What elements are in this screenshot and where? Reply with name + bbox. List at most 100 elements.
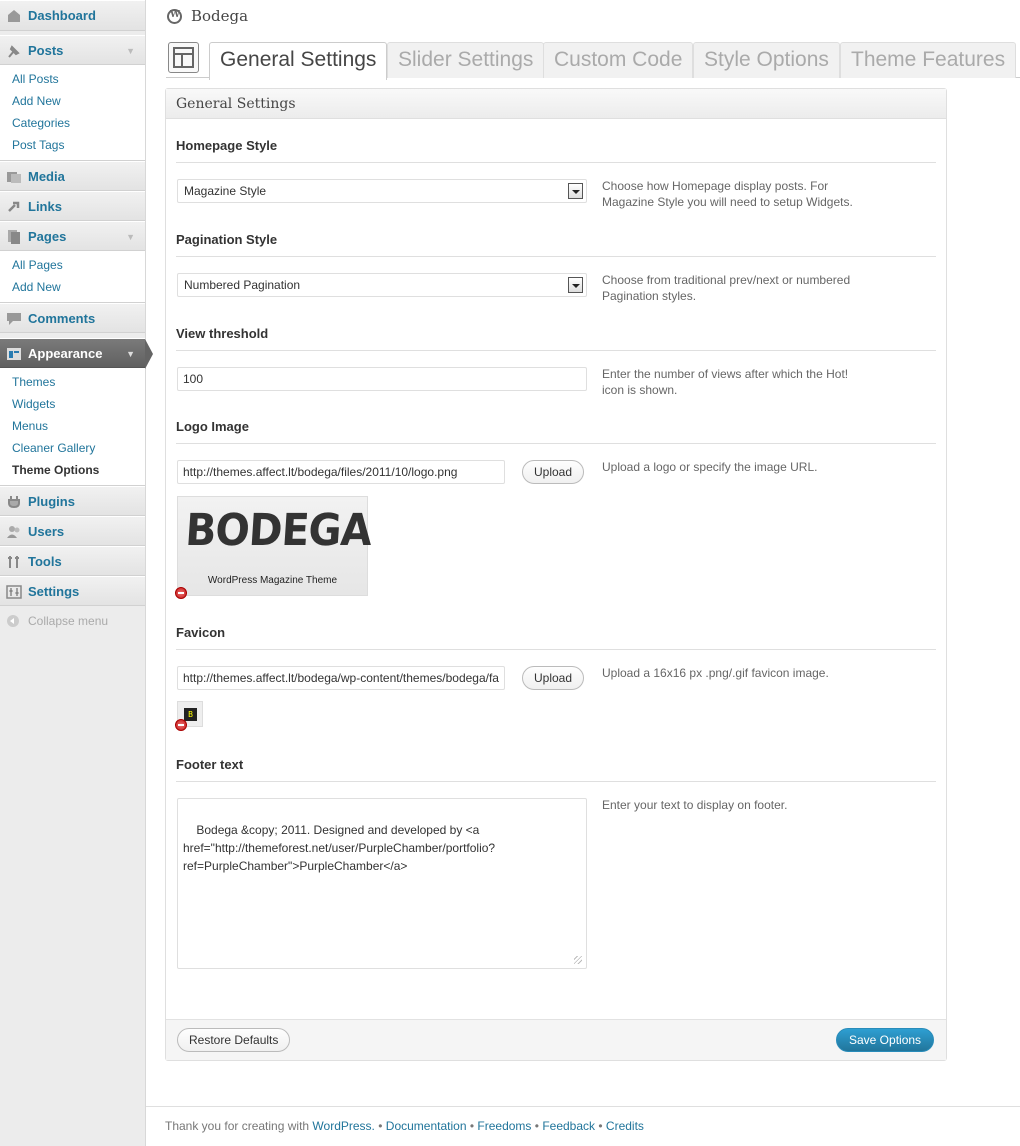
menu-plugins-label: Plugins (28, 494, 75, 509)
logo-url-input[interactable]: http://themes.affect.lt/bodega/files/201… (177, 460, 505, 484)
logo-upload-button[interactable]: Upload (522, 460, 585, 484)
collapse-arrow-icon (7, 615, 19, 627)
logo-image-description: Upload a logo or specify the image URL. (602, 460, 818, 474)
menu-posts-label: Posts (28, 43, 64, 58)
pagination-style-value: Numbered Pagination (184, 278, 301, 292)
menu-pages[interactable]: Pages ▼ (0, 221, 145, 251)
tab-general-settings[interactable]: General Settings (209, 42, 388, 80)
appearance-icon (7, 348, 21, 360)
favicon-upload-button[interactable]: Upload (522, 666, 585, 690)
expand-arrow-icon[interactable]: ▼ (126, 222, 135, 252)
site-header: Bodega (167, 6, 248, 26)
link-icon (8, 201, 20, 212)
footer-freedoms-link[interactable]: Freedoms (477, 1119, 531, 1133)
menu-appearance-label: Appearance (28, 346, 103, 361)
pin-icon (8, 45, 20, 58)
pages-icon (8, 230, 20, 244)
menu-comments[interactable]: Comments (0, 303, 145, 333)
section-divider (176, 649, 936, 650)
footer-feedback-link[interactable]: Feedback (542, 1119, 595, 1133)
logo-tagline: WordPress Magazine Theme (207, 575, 338, 586)
footer-separator: • (469, 1119, 475, 1133)
submenu-add-new-page[interactable]: Add New (0, 276, 145, 298)
submenu-cleaner-gallery[interactable]: Cleaner Gallery (0, 437, 145, 459)
remove-logo-icon[interactable] (175, 587, 187, 599)
submenu-add-new-post[interactable]: Add New (0, 90, 145, 112)
footer-text-value: Bodega &copy; 2011. Designed and develop… (183, 823, 496, 873)
dropdown-arrow-icon[interactable] (568, 183, 583, 199)
submenu-categories[interactable]: Categories (0, 112, 145, 134)
menu-tools[interactable]: Tools (0, 546, 145, 576)
menu-posts[interactable]: Posts ▼ (0, 35, 145, 65)
view-threshold-title: View threshold (176, 326, 269, 341)
footer-documentation-link[interactable]: Documentation (386, 1119, 467, 1133)
menu-settings-label: Settings (28, 584, 80, 599)
footer-credits-link[interactable]: Credits (606, 1119, 644, 1133)
submenu-post-tags[interactable]: Post Tags (0, 134, 145, 156)
favicon-title: Favicon (176, 625, 226, 640)
remove-favicon-icon[interactable] (175, 719, 187, 731)
homepage-style-select[interactable]: Magazine Style (177, 179, 587, 203)
favicon-url-input[interactable]: http://themes.affect.lt/bodega/wp-conten… (177, 666, 505, 690)
view-threshold-input[interactable]: 100 (177, 367, 587, 391)
collapse-menu[interactable]: Collapse menu (0, 606, 145, 636)
users-icon (7, 526, 20, 538)
panel-footer: Restore Defaults Save Options (166, 1019, 946, 1060)
footer-separator: • (534, 1119, 539, 1133)
submenu-widgets[interactable]: Widgets (0, 393, 145, 415)
tab-slider-settings[interactable]: Slider Settings (387, 42, 545, 78)
resize-grip-icon[interactable] (574, 956, 582, 964)
view-threshold-description: Enter the number of views after which th… (602, 367, 849, 397)
pagination-style-title: Pagination Style (176, 232, 278, 247)
menu-media-label: Media (28, 169, 65, 184)
logo-wordmark: BODEGA (183, 505, 373, 556)
tab-custom-code[interactable]: Custom Code (543, 42, 694, 78)
media-icon (7, 172, 21, 183)
pages-submenu: All Pages Add New (0, 251, 145, 303)
admin-sidebar: Dashboard Posts ▼ All Posts Add New Cate… (0, 0, 153, 1146)
submenu-all-pages[interactable]: All Pages (0, 254, 145, 276)
submenu-all-posts[interactable]: All Posts (0, 68, 145, 90)
menu-users[interactable]: Users (0, 516, 145, 546)
menu-appearance[interactable]: Appearance ▼ (0, 338, 153, 369)
pagination-style-select[interactable]: Numbered Pagination (177, 273, 587, 297)
collapse-menu-label: Collapse menu (28, 614, 109, 628)
menu-settings[interactable]: Settings (0, 576, 145, 606)
menu-comments-label: Comments (28, 311, 96, 326)
submenu-theme-options[interactable]: Theme Options (0, 459, 145, 481)
settings-panel: General Settings Homepage Style Magazine… (165, 88, 947, 1061)
logo-image-title: Logo Image (176, 419, 249, 434)
expand-arrow-icon[interactable]: ▼ (126, 339, 135, 369)
pagination-style-description: Choose from traditional prev/next or num… (602, 273, 851, 303)
menu-media[interactable]: Media (0, 161, 145, 191)
comment-icon (7, 313, 21, 325)
dashboard-icon (8, 10, 20, 22)
menu-plugins[interactable]: Plugins (0, 486, 145, 516)
submenu-themes[interactable]: Themes (0, 371, 145, 393)
menu-links[interactable]: Links (0, 191, 145, 221)
menu-dashboard-label: Dashboard (28, 8, 96, 23)
footer-separator: • (378, 1119, 383, 1133)
logo-preview-image: BODEGA WordPress Magazine Theme (177, 496, 373, 596)
tab-style-options[interactable]: Style Options (693, 42, 840, 78)
menu-dashboard[interactable]: Dashboard (0, 0, 145, 31)
section-divider (176, 781, 936, 782)
footer-wordpress-link[interactable]: WordPress. (312, 1119, 374, 1133)
favicon-description: Upload a 16x16 px .png/.gif favicon imag… (602, 666, 829, 680)
dropdown-arrow-icon[interactable] (568, 277, 583, 293)
save-options-button[interactable]: Save Options (836, 1028, 935, 1052)
tab-theme-features[interactable]: Theme Features (840, 42, 1017, 78)
section-divider (176, 162, 936, 163)
submenu-menus[interactable]: Menus (0, 415, 145, 437)
restore-defaults-button[interactable]: Restore Defaults (177, 1028, 291, 1052)
menu-links-label: Links (28, 199, 62, 214)
expand-arrow-icon[interactable]: ▼ (126, 36, 135, 66)
posts-submenu: All Posts Add New Categories Post Tags (0, 65, 145, 161)
menu-users-label: Users (28, 524, 65, 539)
footer-text-textarea[interactable]: Bodega &copy; 2011. Designed and develop… (177, 798, 587, 969)
appearance-submenu: Themes Widgets Menus Cleaner Gallery The… (0, 368, 145, 486)
section-divider (176, 443, 936, 444)
panel-title: General Settings (166, 89, 946, 119)
wordpress-logo-icon (167, 8, 182, 24)
homepage-style-value: Magazine Style (184, 184, 267, 198)
